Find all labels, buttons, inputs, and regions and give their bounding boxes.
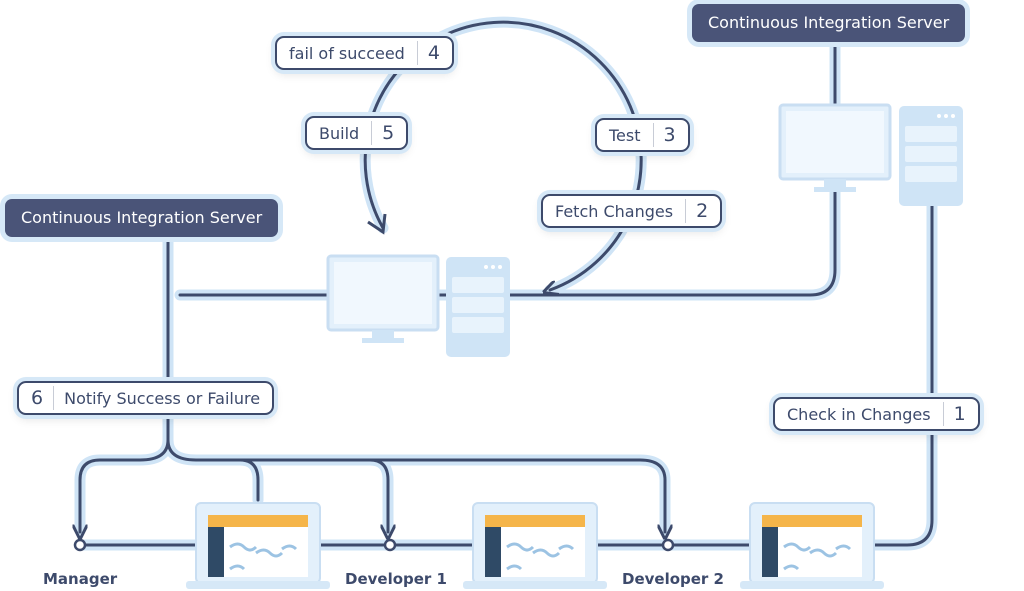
ci-monitor-center — [326, 254, 440, 345]
ci-monitor-right — [778, 103, 892, 194]
step-label: Fetch Changes — [555, 201, 674, 221]
laptop-manager — [184, 501, 332, 591]
diagram-canvas — [0, 16, 963, 591]
ci-server-label-left: Continuous Integration Server — [5, 199, 279, 237]
step-4: fail of succeed 4 — [275, 36, 454, 70]
step-label: fail of succeed — [289, 43, 405, 63]
step-3: Test 3 — [595, 118, 690, 152]
ci-server-label-right: Continuous Integration Server — [692, 4, 966, 42]
step-label: Check in Changes — [787, 404, 931, 424]
step-number: 3 — [652, 123, 676, 147]
step-number: 2 — [685, 199, 708, 223]
step-5: Build 5 — [305, 116, 409, 150]
person-manager: Manager — [43, 570, 118, 588]
person-developer-2: Developer 2 — [622, 570, 724, 588]
step-2: Fetch Changes 2 — [541, 194, 723, 228]
step-label: Test — [609, 125, 641, 145]
ci-tower-center — [446, 257, 510, 357]
step-label: Notify Success or Failure — [64, 388, 261, 408]
step-number: 5 — [371, 121, 394, 145]
step-number: 4 — [416, 41, 440, 65]
step-1: Check in Changes 1 — [773, 397, 980, 431]
step-6: 6 Notify Success or Failure — [17, 381, 275, 415]
step-number: 1 — [942, 402, 966, 426]
laptop-developer-2 — [738, 501, 886, 591]
step-label: Build — [319, 123, 360, 143]
ci-tower-right — [899, 106, 963, 206]
ci-diagram: Continuous Integration Server Continuous… — [0, 0, 1024, 591]
person-developer-1: Developer 1 — [345, 570, 447, 588]
step-number: 6 — [31, 386, 55, 410]
laptop-developer-1 — [461, 501, 609, 591]
